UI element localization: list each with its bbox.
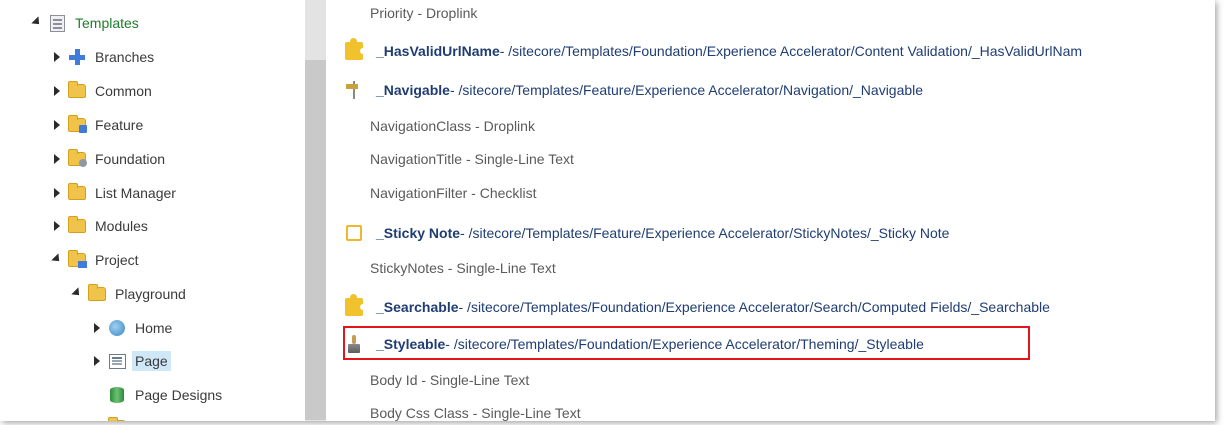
page-template-icon	[108, 352, 126, 370]
tree-node-playground[interactable]: Playground	[70, 281, 189, 307]
folder-icon	[88, 284, 106, 303]
tree-node-page[interactable]: Page	[90, 348, 171, 374]
page-designs-icon	[108, 386, 126, 404]
tree-node-list-manager[interactable]: List Manager	[50, 180, 179, 206]
puzzle-icon	[344, 294, 366, 317]
sticky-note-icon	[344, 223, 364, 243]
puzzle-icon	[344, 38, 366, 61]
project-folder-icon	[68, 250, 87, 269]
collapse-arrow-icon[interactable]	[70, 287, 84, 301]
tree-node-label: Home	[135, 320, 173, 336]
tree-node-templates[interactable]: Templates	[30, 10, 142, 36]
field-text: Body Id - Single-Line Text	[370, 372, 530, 388]
template-row[interactable]: _Navigable - /sitecore/Templates/Feature…	[344, 75, 923, 105]
tree-node-foundation[interactable]: Foundation	[50, 146, 168, 172]
expand-arrow-icon[interactable]	[50, 50, 64, 64]
tree-node-label: Foundation	[95, 151, 166, 167]
template-path: - /sitecore/Templates/Foundation/Experie…	[458, 299, 1050, 315]
expand-arrow-icon[interactable]	[90, 420, 104, 421]
tree-node-label: Branches	[95, 49, 155, 65]
template-icon	[48, 14, 66, 32]
tree-node-branches[interactable]: Branches	[50, 44, 157, 70]
content-tree: Templates Branches Common Feature Founda…	[0, 0, 305, 421]
signpost-icon	[344, 80, 364, 100]
tree-node-label: Playground	[115, 286, 186, 302]
inheritance-list: Priority - Droplink _HasValidUrlName - /…	[326, 0, 1215, 421]
field-text: Body Css Class - Single-Line Text	[370, 405, 581, 421]
expand-arrow-icon[interactable]	[90, 321, 104, 335]
field-row: Body Css Class - Single-Line Text	[370, 398, 581, 421]
field-row: NavigationFilter - Checklist	[370, 178, 537, 208]
content-editor-window: Templates Branches Common Feature Founda…	[0, 0, 1215, 421]
template-row[interactable]: _HasValidUrlName - /sitecore/Templates/F…	[344, 36, 1082, 66]
field-row: NavigationTitle - Single-Line Text	[370, 144, 574, 174]
tree-node-home[interactable]: Home	[90, 315, 175, 341]
tree-node-label: Templates	[75, 15, 139, 31]
tree-node-partial[interactable]	[90, 414, 132, 421]
template-row[interactable]: _Searchable - /sitecore/Templates/Founda…	[344, 292, 1050, 322]
home-icon	[108, 319, 126, 337]
expand-arrow-icon[interactable]	[50, 186, 64, 200]
field-text: StickyNotes - Single-Line Text	[370, 260, 556, 276]
folder-icon	[108, 417, 126, 421]
tree-node-label: Common	[95, 83, 152, 99]
template-path: - /sitecore/Templates/Feature/Experience…	[460, 225, 950, 241]
tree-node-label: Page	[132, 351, 171, 371]
expand-arrow-icon[interactable]	[50, 84, 64, 98]
template-path: - /sitecore/Templates/Foundation/Experie…	[499, 43, 1083, 59]
tree-node-modules[interactable]: Modules	[50, 213, 151, 239]
highlight-box	[343, 326, 1030, 360]
tree-node-page-designs[interactable]: Page Designs	[108, 382, 225, 408]
template-name[interactable]: _HasValidUrlName	[376, 43, 500, 59]
field-row: Body Id - Single-Line Text	[370, 365, 529, 395]
field-text: NavigationClass - Droplink	[370, 118, 535, 134]
collapse-arrow-icon[interactable]	[30, 16, 44, 30]
expand-arrow-icon[interactable]	[50, 152, 64, 166]
tree-node-label: Project	[95, 252, 139, 268]
foundation-folder-icon	[68, 149, 87, 168]
field-text: NavigationTitle - Single-Line Text	[370, 151, 574, 167]
expand-arrow-icon[interactable]	[50, 219, 64, 233]
field-row: Priority - Droplink	[370, 0, 477, 28]
expand-arrow-icon[interactable]	[90, 354, 104, 368]
tree-node-project[interactable]: Project	[50, 247, 142, 273]
template-path: - /sitecore/Templates/Feature/Experience…	[449, 82, 924, 98]
tree-node-feature[interactable]: Feature	[50, 112, 146, 138]
branch-icon	[68, 48, 86, 66]
feature-folder-icon	[68, 115, 87, 134]
tree-node-label: Modules	[95, 218, 148, 234]
folder-icon	[68, 81, 86, 100]
tree-scrollbar[interactable]	[305, 0, 326, 421]
tree-node-label: Feature	[95, 117, 144, 133]
tree-node-common[interactable]: Common	[50, 78, 155, 104]
field-text: NavigationFilter - Checklist	[370, 185, 537, 201]
tree-node-label: List Manager	[95, 185, 176, 201]
field-text: Priority - Droplink	[370, 5, 478, 21]
expand-arrow-icon[interactable]	[50, 118, 64, 132]
folder-icon	[68, 216, 86, 235]
field-row: NavigationClass - Droplink	[370, 111, 535, 141]
template-name[interactable]: _Navigable	[376, 82, 450, 98]
tree-node-label: Page Designs	[135, 387, 223, 403]
collapse-arrow-icon[interactable]	[50, 253, 64, 267]
folder-icon	[68, 183, 86, 202]
template-name[interactable]: _Searchable	[376, 299, 459, 315]
scrollbar-thumb[interactable]	[305, 60, 326, 420]
template-name[interactable]: _Sticky Note	[376, 225, 460, 241]
template-row[interactable]: _Sticky Note - /sitecore/Templates/Featu…	[344, 218, 949, 248]
field-row: StickyNotes - Single-Line Text	[370, 253, 556, 283]
